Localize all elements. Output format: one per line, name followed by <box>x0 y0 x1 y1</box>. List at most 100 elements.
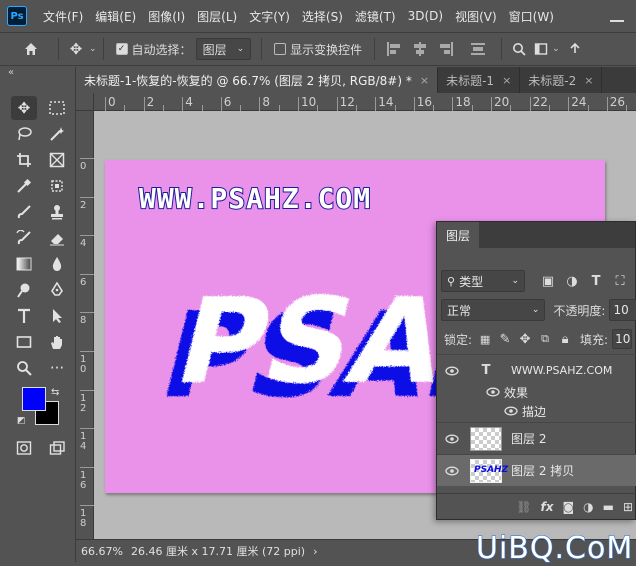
visibility-eye-icon[interactable] <box>444 431 460 447</box>
magic-wand-tool-icon[interactable] <box>44 122 70 146</box>
zoom-tool-icon[interactable] <box>11 356 37 380</box>
lock-pixels-icon[interactable]: ✎ <box>496 330 514 348</box>
opacity-input[interactable]: 10 <box>609 299 636 321</box>
auto-select-dropdown[interactable]: 图层 ⌄ <box>195 38 252 60</box>
workspace-icon[interactable] <box>530 38 552 60</box>
collapse-panel-icon[interactable]: « <box>8 67 14 78</box>
horizontal-ruler[interactable]: 0 2 4 6 8 10 12 14 16 18 20 22 24 26 <box>94 93 636 111</box>
menu-window[interactable]: 窗口(W) <box>503 8 560 25</box>
document-tab[interactable]: 未标题-2 × <box>520 67 603 93</box>
new-group-icon[interactable]: ▬ <box>603 500 614 514</box>
zoom-level[interactable]: 66.67% <box>81 545 131 558</box>
object-select-tool-icon[interactable] <box>44 174 70 198</box>
eraser-tool-icon[interactable] <box>44 226 70 250</box>
gradient-tool-icon[interactable] <box>11 252 37 276</box>
auto-select-label: 自动选择： <box>131 42 192 57</box>
menu-file[interactable]: 文件(F) <box>37 8 89 25</box>
menu-filter[interactable]: 滤镜(T) <box>349 8 402 25</box>
stamp-tool-icon[interactable] <box>44 200 70 224</box>
fill-input[interactable]: 10 <box>612 329 633 349</box>
visibility-eye-icon[interactable] <box>485 384 501 400</box>
ruler-tick-label: 2 <box>146 95 155 109</box>
new-layer-icon[interactable]: ⊞ <box>623 500 633 514</box>
brush-tool-icon[interactable] <box>11 200 37 224</box>
filter-adjustment-icon[interactable]: ◑ <box>563 272 581 290</box>
marquee-tool-icon[interactable] <box>44 96 70 120</box>
menu-3d[interactable]: 3D(D) <box>402 9 449 23</box>
layer-name: WWW.PSAHZ.COM <box>511 364 613 377</box>
menu-view[interactable]: 视图(V) <box>449 8 503 25</box>
crop-tool-icon[interactable] <box>11 148 37 172</box>
layer-row-layer-2-copy[interactable]: PSAHZ 图层 2 拷贝 <box>437 454 636 486</box>
visibility-eye-icon[interactable] <box>444 463 460 479</box>
blend-mode-dropdown[interactable]: 正常 ⌄ <box>441 299 546 321</box>
layer-effect-stroke-row[interactable]: 描边 <box>437 401 636 421</box>
filter-kind-dropdown[interactable]: ⚲ 类型 ⌄ <box>441 270 525 292</box>
layer-filter-row: ⚲ 类型 ⌄ ▣ ◑ T ⛶ <box>437 270 636 292</box>
quick-mask-icon[interactable] <box>11 436 37 460</box>
adjustment-layer-icon[interactable]: ◑ <box>583 500 593 514</box>
close-icon[interactable]: × <box>502 74 511 87</box>
filter-pixel-icon[interactable]: ▣ <box>539 272 557 290</box>
chevron-down-icon[interactable]: ⌄ <box>89 44 97 54</box>
path-select-tool-icon[interactable] <box>44 304 70 328</box>
menu-edit[interactable]: 编辑(E) <box>89 8 142 25</box>
lasso-tool-icon[interactable] <box>11 122 37 146</box>
filter-shape-icon[interactable]: ⛶ <box>611 272 629 290</box>
menu-type[interactable]: 文字(Y) <box>243 8 296 25</box>
auto-select-value: 图层 <box>202 42 227 57</box>
foreground-color-swatch[interactable] <box>22 387 46 411</box>
close-icon[interactable]: × <box>420 74 429 87</box>
align-right-icon[interactable] <box>437 40 455 58</box>
layers-panel-header: 图层 <box>437 222 635 248</box>
frame-tool-icon[interactable] <box>44 148 70 172</box>
default-colors-icon[interactable]: ◩ <box>17 416 26 426</box>
close-icon[interactable]: × <box>584 74 593 87</box>
eyedropper-tool-icon[interactable] <box>11 174 37 198</box>
pen-tool-icon[interactable] <box>44 278 70 302</box>
visibility-eye-icon[interactable] <box>444 363 460 379</box>
auto-select-checkbox[interactable]: ✓ <box>115 43 128 55</box>
menu-select[interactable]: 选择(S) <box>296 8 349 25</box>
lock-artboard-icon[interactable]: ⧉ <box>536 330 554 348</box>
filter-type-icon[interactable]: T <box>587 272 605 290</box>
menu-image[interactable]: 图像(I) <box>142 8 191 25</box>
visibility-eye-icon[interactable] <box>503 403 519 419</box>
layers-tab[interactable]: 图层 <box>437 222 480 248</box>
menu-layer[interactable]: 图层(L) <box>191 8 243 25</box>
document-tab[interactable]: 未标题-1 × <box>438 67 521 93</box>
move-tool-icon[interactable]: ✥ <box>65 38 87 60</box>
layer-row-layer-2[interactable]: 图层 2 <box>437 422 636 454</box>
more-tools-icon[interactable]: ··· <box>44 356 70 380</box>
move-tool-icon[interactable]: ✥ <box>11 96 37 120</box>
layer-effects-row[interactable]: 效果 <box>437 382 636 402</box>
swap-colors-icon[interactable]: ⇆ <box>51 387 59 398</box>
lock-position-icon[interactable]: ✥ <box>516 330 534 348</box>
document-tab-active[interactable]: 未标题-1-恢复的-恢复的 @ 66.7% (图层 2 拷贝, RGB/8#) … <box>76 67 439 93</box>
type-tool-icon[interactable] <box>11 304 37 328</box>
rectangle-tool-icon[interactable] <box>11 330 37 354</box>
add-style-fx-icon[interactable]: fx <box>540 500 553 514</box>
screen-mode-icon[interactable] <box>44 436 70 460</box>
align-left-icon[interactable] <box>385 40 403 58</box>
hand-tool-icon[interactable] <box>44 330 70 354</box>
chevron-down-icon[interactable]: ⌄ <box>552 44 560 54</box>
ruler-origin[interactable] <box>76 93 94 111</box>
distribute-icon[interactable] <box>469 40 487 58</box>
share-icon[interactable] <box>564 38 586 60</box>
link-layers-icon[interactable]: ⛓ <box>516 500 531 514</box>
home-icon[interactable] <box>20 38 42 60</box>
show-transform-checkbox[interactable] <box>274 43 287 55</box>
lock-all-icon[interactable]: 🔒︎ <box>556 330 574 348</box>
minimize-window-button[interactable] <box>610 8 624 22</box>
lock-transparency-icon[interactable]: ▦ <box>476 330 494 348</box>
vertical-ruler[interactable]: 0 2 4 6 8 1 0 1 2 1 4 1 6 1 8 <box>76 93 94 539</box>
align-center-icon[interactable] <box>411 40 429 58</box>
blur-tool-icon[interactable] <box>44 252 70 276</box>
tab-label: 未标题-1-恢复的-恢复的 @ 66.7% (图层 2 拷贝, RGB/8#) … <box>84 73 412 88</box>
add-mask-icon[interactable]: ◙ <box>562 500 574 514</box>
status-menu-arrow-icon[interactable]: › <box>313 545 317 558</box>
dodge-tool-icon[interactable] <box>11 278 37 302</box>
history-brush-tool-icon[interactable] <box>11 226 37 250</box>
search-icon[interactable] <box>508 38 530 60</box>
